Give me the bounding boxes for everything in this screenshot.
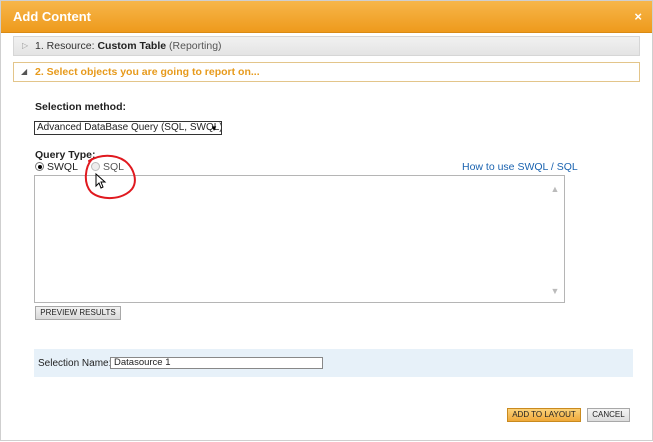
step-resource-header[interactable]: ▷ 1. Resource: Custom Table (Reporting) — [13, 36, 640, 56]
cancel-button[interactable]: CANCEL — [587, 408, 630, 422]
close-icon[interactable]: × — [634, 9, 642, 24]
query-editor[interactable]: ▲ ▼ — [34, 175, 565, 303]
query-type-label: Query Type: — [35, 149, 96, 161]
step-select-objects-label: 2. Select objects you are going to repor… — [35, 66, 260, 78]
preview-results-button[interactable]: PREVIEW RESULTS — [35, 306, 121, 320]
swql-sql-help-link[interactable]: How to use SWQL / SQL — [462, 161, 578, 173]
swql-radio[interactable] — [35, 162, 44, 171]
step-resource-label: 1. Resource: Custom Table (Reporting) — [35, 40, 222, 52]
scroll-down-icon[interactable]: ▼ — [550, 286, 560, 296]
selection-name-label: Selection Name: — [38, 358, 112, 369]
selection-name-input[interactable]: Datasource 1 — [110, 357, 323, 369]
triangle-down-icon: ◢ — [21, 67, 28, 76]
triangle-right-icon: ▷ — [22, 41, 29, 50]
dialog-title-bar: Add Content × — [1, 1, 652, 33]
step-select-objects-header[interactable]: ◢ 2. Select objects you are going to rep… — [13, 62, 640, 82]
sql-radio[interactable] — [91, 162, 100, 171]
swql-radio-label[interactable]: SWQL — [47, 161, 78, 173]
selection-method-value: Advanced DataBase Query (SQL, SWQL) — [37, 122, 222, 133]
selection-method-label: Selection method: — [35, 101, 127, 113]
dialog-title: Add Content — [13, 9, 91, 24]
selection-method-select[interactable]: Advanced DataBase Query (SQL, SWQL) ▾ — [34, 121, 222, 135]
sql-radio-label[interactable]: SQL — [103, 161, 124, 173]
selection-name-panel: Selection Name: Datasource 1 — [34, 349, 633, 377]
chevron-down-icon: ▾ — [211, 123, 217, 133]
scroll-up-icon[interactable]: ▲ — [550, 184, 560, 194]
add-to-layout-button[interactable]: ADD TO LAYOUT — [507, 408, 581, 422]
add-content-dialog: Add Content × ▷ 1. Resource: Custom Tabl… — [0, 0, 653, 441]
